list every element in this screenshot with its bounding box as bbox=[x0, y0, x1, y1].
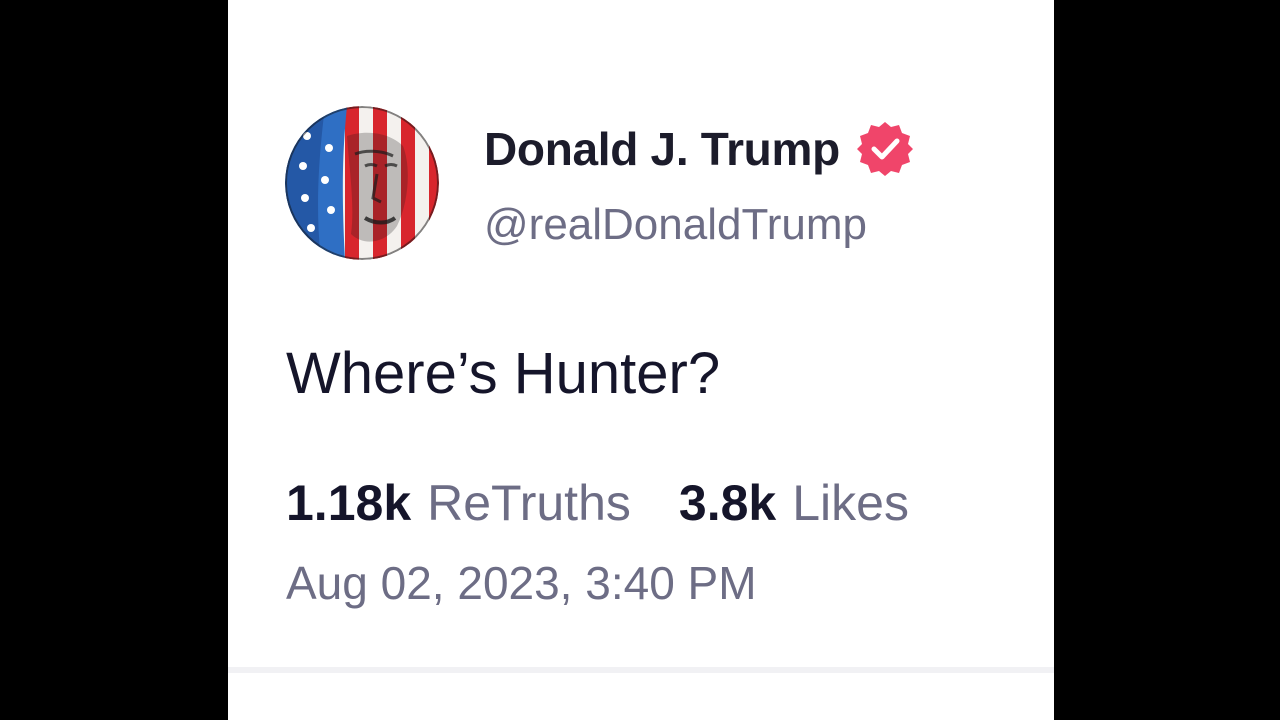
verified-badge-icon bbox=[856, 120, 914, 178]
author-name-row: Donald J. Trump bbox=[484, 118, 914, 180]
retruths-count: 1.18k bbox=[286, 475, 412, 531]
post-timestamp: Aug 02, 2023, 3:40 PM bbox=[286, 557, 757, 609]
likes-label: Likes bbox=[792, 475, 909, 531]
post-stats: 1.18k ReTruths 3.8k Likes bbox=[286, 474, 909, 532]
post-text: Where’s Hunter? bbox=[286, 341, 721, 406]
author-handle[interactable]: @realDonaldTrump bbox=[484, 200, 867, 250]
author-display-name[interactable]: Donald J. Trump bbox=[484, 122, 840, 176]
flag-portrait-avatar-icon bbox=[285, 106, 439, 260]
likes-stat[interactable]: 3.8k Likes bbox=[679, 474, 909, 532]
avatar[interactable] bbox=[285, 106, 439, 260]
retruths-label: ReTruths bbox=[427, 475, 631, 531]
likes-count: 3.8k bbox=[678, 475, 777, 531]
card-divider bbox=[228, 667, 1054, 673]
post-card: Donald J. Trump @realDonaldTrump Where’s… bbox=[228, 0, 1054, 720]
retruths-stat[interactable]: 1.18k ReTruths bbox=[286, 474, 631, 532]
screenshot-frame: Donald J. Trump @realDonaldTrump Where’s… bbox=[0, 0, 1280, 720]
